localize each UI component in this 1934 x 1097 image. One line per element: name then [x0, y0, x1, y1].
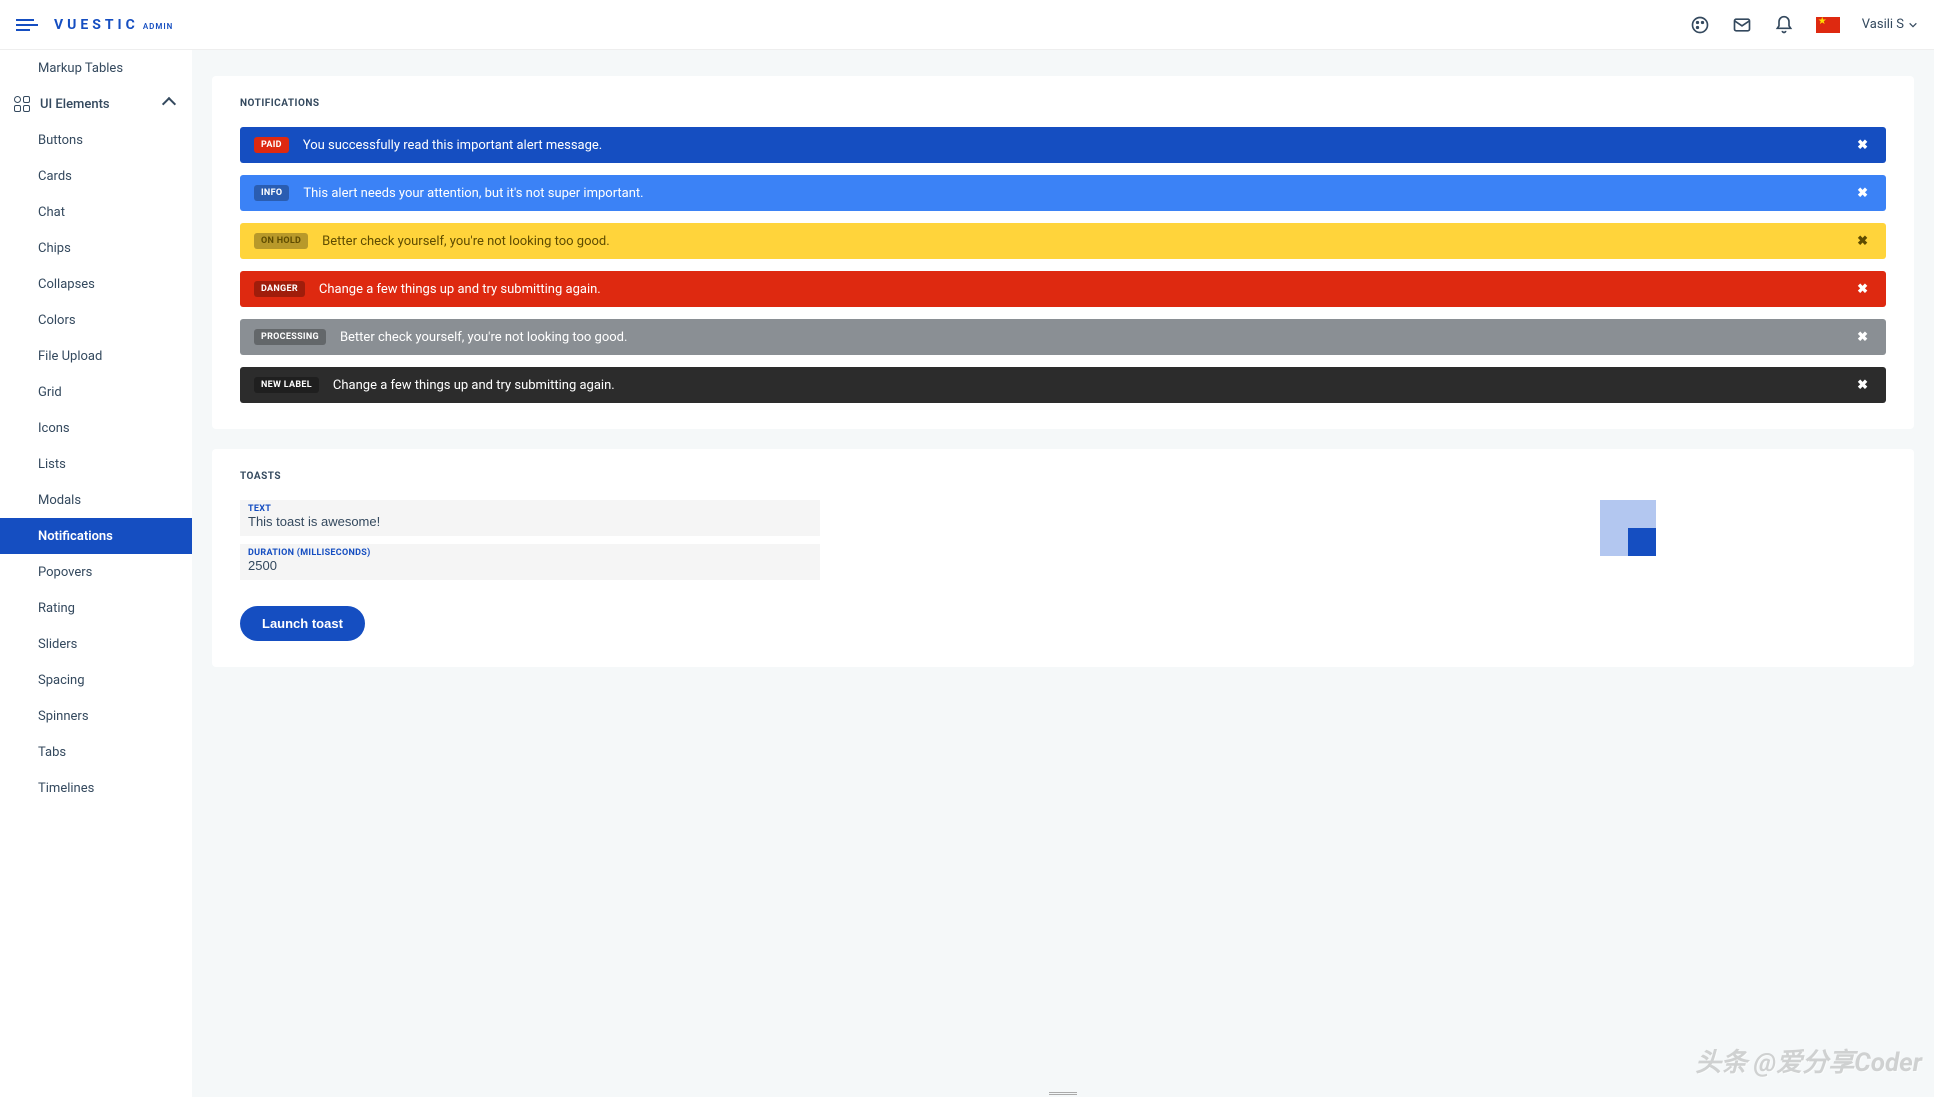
palette-icon[interactable]: [1690, 15, 1710, 35]
topbar: VUESTIC ADMIN Vasili S: [0, 0, 1934, 50]
sidebar-item-icons[interactable]: Icons: [0, 410, 192, 446]
toast-duration-field[interactable]: DURATION (MILLISECONDS): [240, 544, 820, 580]
toast-duration-label: DURATION (MILLISECONDS): [248, 548, 812, 558]
sidebar-item-markup-tables[interactable]: Markup Tables: [0, 50, 192, 86]
sidebar-item-cards[interactable]: Cards: [0, 158, 192, 194]
sidebar-item-modals[interactable]: Modals: [0, 482, 192, 518]
toast-text-input[interactable]: [248, 514, 812, 529]
sidebar-item-sliders[interactable]: Sliders: [0, 626, 192, 662]
user-menu[interactable]: Vasili S: [1862, 17, 1918, 32]
alert-badge: DANGER: [254, 281, 305, 297]
alert-onhold: ON HOLD Better check yourself, you're not…: [240, 223, 1886, 259]
sidebar-item-tabs[interactable]: Tabs: [0, 734, 192, 770]
toast-duration-input[interactable]: [248, 558, 812, 573]
card-title-toasts: TOASTS: [240, 471, 1886, 482]
sidebar-item-chips[interactable]: Chips: [0, 230, 192, 266]
close-icon[interactable]: ✖: [1853, 234, 1872, 249]
sidebar-item-rating[interactable]: Rating: [0, 590, 192, 626]
sidebar-item-spacing[interactable]: Spacing: [0, 662, 192, 698]
close-icon[interactable]: ✖: [1853, 282, 1872, 297]
logo-suffix: ADMIN: [143, 22, 174, 31]
resize-handle[interactable]: [1049, 1091, 1077, 1095]
close-icon[interactable]: ✖: [1853, 378, 1872, 393]
toast-text-field[interactable]: TEXT: [240, 500, 820, 536]
alert-badge: NEW LABEL: [254, 377, 319, 393]
pos-bottom-right[interactable]: [1628, 528, 1656, 556]
logo-text: VUESTIC: [54, 17, 139, 33]
user-name: Vasili S: [1862, 17, 1904, 32]
alert-paid: PAID You successfully read this important…: [240, 127, 1886, 163]
language-flag[interactable]: [1816, 17, 1840, 33]
alert-text: You successfully read this important ale…: [303, 138, 602, 153]
toasts-card: TOASTS TEXT DURATION (MILLISECONDS): [212, 449, 1914, 667]
sidebar-item-file-upload[interactable]: File Upload: [0, 338, 192, 374]
sidebar-item-buttons[interactable]: Buttons: [0, 122, 192, 158]
alert-text: Better check yourself, you're not lookin…: [340, 330, 628, 345]
alert-info: INFO This alert needs your attention, but…: [240, 175, 1886, 211]
toast-text-label: TEXT: [248, 504, 812, 514]
mail-icon[interactable]: [1732, 15, 1752, 35]
chevron-up-icon: [162, 97, 176, 111]
alert-processing: PROCESSING Better check yourself, you're …: [240, 319, 1886, 355]
sidebar-item-notifications[interactable]: Notifications: [0, 518, 192, 554]
alert-badge: INFO: [254, 185, 289, 201]
menu-toggle[interactable]: [16, 14, 38, 36]
logo[interactable]: VUESTIC ADMIN: [54, 17, 173, 33]
sidebar-item-chat[interactable]: Chat: [0, 194, 192, 230]
launch-toast-button[interactable]: Launch toast: [240, 606, 365, 641]
alert-text: Change a few things up and try submittin…: [333, 378, 615, 393]
sidebar-item-grid[interactable]: Grid: [0, 374, 192, 410]
sidebar-item-spinners[interactable]: Spinners: [0, 698, 192, 734]
sidebar-item-colors[interactable]: Colors: [0, 302, 192, 338]
pos-bottom-left[interactable]: [1600, 528, 1628, 556]
sidebar-group-ui-elements[interactable]: UI Elements: [0, 86, 192, 122]
alert-text: Change a few things up and try submittin…: [319, 282, 601, 297]
sidebar-item-popovers[interactable]: Popovers: [0, 554, 192, 590]
alert-text: This alert needs your attention, but it'…: [303, 186, 643, 201]
close-icon[interactable]: ✖: [1853, 138, 1872, 153]
pos-top-left[interactable]: [1600, 500, 1628, 528]
alert-newlabel: NEW LABEL Change a few things up and try …: [240, 367, 1886, 403]
sidebar: Markup Tables UI Elements ButtonsCardsCh…: [0, 50, 192, 1097]
pos-top-right[interactable]: [1628, 500, 1656, 528]
sidebar-item-collapses[interactable]: Collapses: [0, 266, 192, 302]
close-icon[interactable]: ✖: [1853, 330, 1872, 345]
alert-text: Better check yourself, you're not lookin…: [322, 234, 610, 249]
bell-icon[interactable]: [1774, 15, 1794, 35]
alert-badge: ON HOLD: [254, 233, 308, 249]
toast-position-grid: [1600, 500, 1656, 556]
alert-danger: DANGER Change a few things up and try sub…: [240, 271, 1886, 307]
card-title-notifications: NOTIFICATIONS: [240, 98, 1886, 109]
alert-badge: PAID: [254, 137, 289, 153]
ui-elements-icon: [14, 96, 30, 112]
alert-badge: PROCESSING: [254, 329, 326, 345]
sidebar-item-lists[interactable]: Lists: [0, 446, 192, 482]
notifications-card: NOTIFICATIONS PAID You successfully read …: [212, 76, 1914, 429]
sidebar-item-timelines[interactable]: Timelines: [0, 770, 192, 806]
chevron-down-icon: [1908, 20, 1918, 30]
content: NOTIFICATIONS PAID You successfully read …: [192, 50, 1934, 1097]
close-icon[interactable]: ✖: [1853, 186, 1872, 201]
